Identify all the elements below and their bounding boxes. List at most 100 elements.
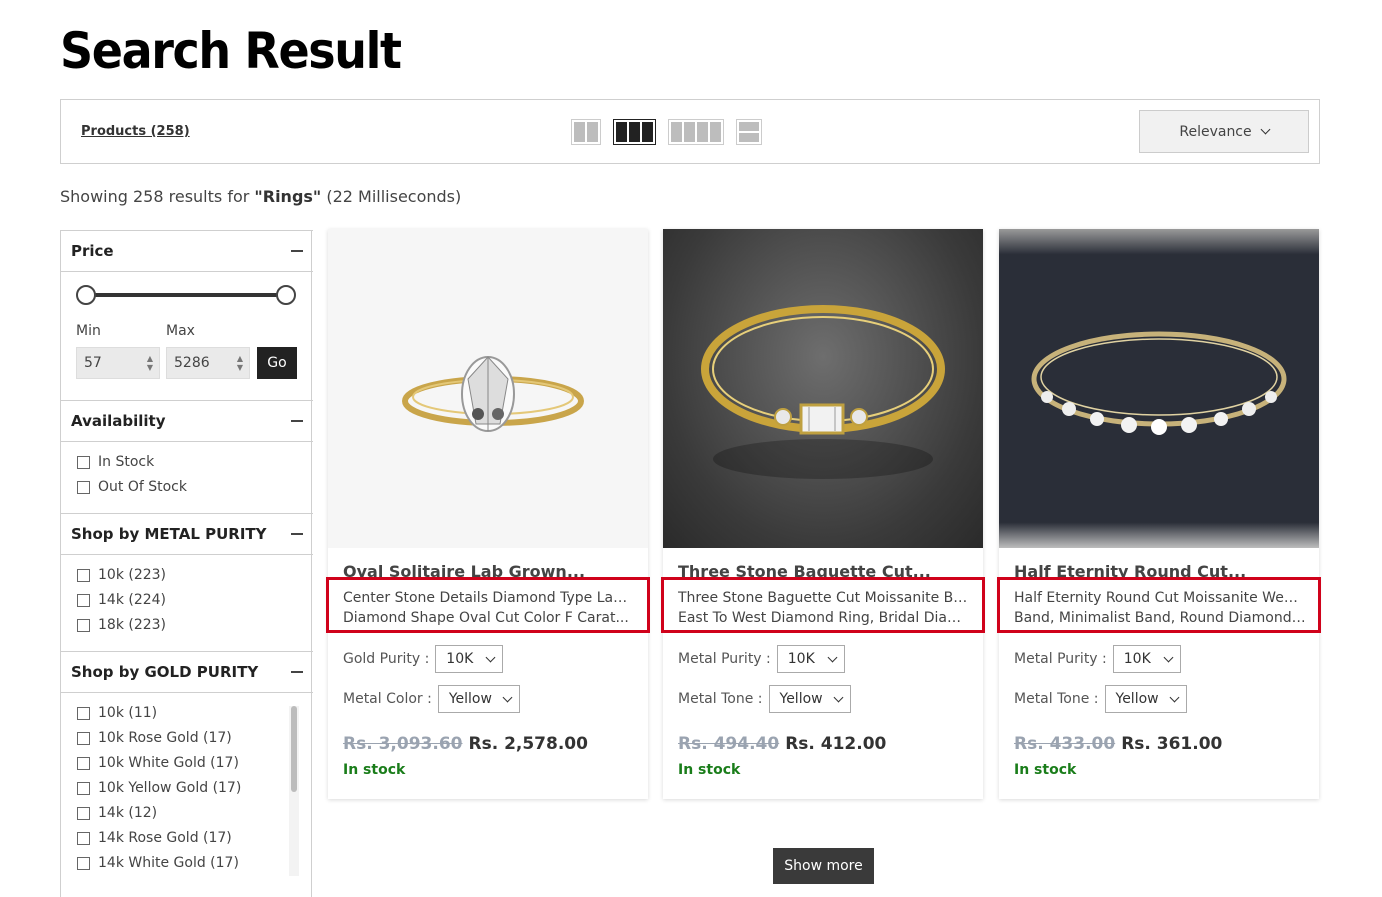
option-label: In Stock <box>98 454 155 470</box>
metal-purity-option[interactable]: 14k (224) <box>77 592 166 608</box>
gold-purity-option[interactable]: 10k Yellow Gold (17) <box>77 780 241 796</box>
checkbox[interactable] <box>77 706 90 720</box>
select-value: Yellow <box>779 691 823 707</box>
option-label: 14k (224) <box>98 592 167 608</box>
chevron-down-icon <box>833 692 843 702</box>
price-slider-min-handle[interactable] <box>76 285 96 305</box>
metal-tone-select[interactable]: Yellow <box>768 685 851 713</box>
chevron-down-icon <box>1163 652 1174 662</box>
option-label: 18k (223) <box>98 617 167 633</box>
price-slider-track[interactable] <box>86 293 286 297</box>
list-view-icon[interactable] <box>736 119 762 145</box>
page-title: Search Result <box>60 22 402 80</box>
description-line: East To West Diamond Ring, Bridal Diamon… <box>678 610 970 626</box>
product-image[interactable] <box>328 229 648 548</box>
option-label: 10k White Gold (17) <box>98 755 239 771</box>
option-row: Metal Purity : 10K <box>1014 645 1181 673</box>
option-label: 14k (12) <box>98 805 158 821</box>
checkbox[interactable] <box>77 756 90 770</box>
scroll-thumb[interactable] <box>291 706 297 792</box>
gold-purity-option[interactable]: 14k (12) <box>77 805 157 821</box>
option-label: Out Of Stock <box>98 479 187 495</box>
select-value: Yellow <box>448 691 492 707</box>
option-row: Metal Tone : Yellow <box>1014 685 1187 713</box>
availability-option[interactable]: Out Of Stock <box>77 479 187 495</box>
price-go-button[interactable]: Go <box>257 347 297 379</box>
stock-status: In stock <box>1014 762 1077 778</box>
max-label: Max <box>166 323 195 339</box>
description-line: Three Stone Baguette Cut Moissanite Band… <box>678 590 970 606</box>
checkbox[interactable] <box>77 781 90 795</box>
product-description: Half Eternity Round Cut Moissanite Weddi… <box>997 577 1321 633</box>
chevron-down-icon <box>827 652 838 662</box>
checkbox[interactable] <box>77 806 90 820</box>
option-row: Gold Purity : 10K <box>343 645 504 673</box>
product-image[interactable] <box>663 229 983 548</box>
product-image[interactable] <box>999 229 1319 548</box>
metal-purity-option[interactable]: 18k (223) <box>77 617 166 633</box>
gold-purity-option[interactable]: 10k Rose Gold (17) <box>77 730 232 746</box>
option-label: 10k Rose Gold (17) <box>98 730 232 746</box>
metal-purity-select[interactable]: 10K <box>776 645 845 673</box>
filter-gold-purity-header[interactable]: Shop by GOLD PURITY <box>61 651 313 693</box>
option-label: Metal Purity : <box>678 651 771 667</box>
chevron-down-icon <box>1260 124 1271 135</box>
filter-metal-purity-title: Shop by METAL PURITY <box>71 525 267 543</box>
option-row: Metal Tone : Yellow <box>678 685 851 713</box>
filter-availability-header[interactable]: Availability <box>61 400 313 442</box>
stock-status: In stock <box>678 762 741 778</box>
metal-color-select[interactable]: Yellow <box>437 685 520 713</box>
chevron-down-icon <box>1169 692 1179 702</box>
price-min-input[interactable]: 57 ▲ ▼ <box>76 347 160 379</box>
checkbox[interactable] <box>77 831 90 845</box>
price-row: Rs. 433.00 Rs. 361.00 <box>1014 734 1222 754</box>
results-summary: Showing 258 results for "Rings" (22 Mill… <box>60 187 461 206</box>
spinner-icon[interactable]: ▲ ▼ <box>147 354 153 372</box>
checkbox[interactable] <box>77 618 90 632</box>
results-query: "Rings" <box>254 187 322 206</box>
availability-option[interactable]: In Stock <box>77 454 154 470</box>
gold-purity-option[interactable]: 10k (11) <box>77 705 157 721</box>
option-label: 14k Rose Gold (17) <box>98 830 232 846</box>
option-label: Metal Tone : <box>678 691 763 707</box>
filter-price-header[interactable]: Price <box>61 230 313 272</box>
grid-3-icon[interactable] <box>613 119 656 145</box>
collapse-icon <box>291 533 303 535</box>
checkbox[interactable] <box>77 455 90 469</box>
grid-2-icon[interactable] <box>571 119 601 145</box>
gold-purity-option[interactable]: 14k Rose Gold (17) <box>77 830 232 846</box>
checkbox[interactable] <box>77 568 90 582</box>
product-card[interactable]: Three Stone Baguette Cut... Three Stone … <box>661 229 985 799</box>
price-min-value: 57 <box>84 355 102 371</box>
gold-purity-option[interactable]: 14k White Gold (17) <box>77 855 239 871</box>
sale-price: Rs. 361.00 <box>1121 734 1223 754</box>
option-label: Gold Purity : <box>343 651 430 667</box>
filter-price-title: Price <box>71 242 114 260</box>
metal-purity-option[interactable]: 10k (223) <box>77 567 166 583</box>
metal-tone-select[interactable]: Yellow <box>1104 685 1187 713</box>
option-label: 10k (223) <box>98 567 167 583</box>
option-label: 10k (11) <box>98 705 158 721</box>
gold-purity-select[interactable]: 10K <box>435 645 504 673</box>
price-max-input[interactable]: 5286 ▲ ▼ <box>166 347 250 379</box>
collapse-icon <box>291 250 303 252</box>
product-card[interactable]: Oval Solitaire Lab Grown... Center Stone… <box>326 229 650 799</box>
filter-metal-purity-header[interactable]: Shop by METAL PURITY <box>61 513 313 555</box>
chevron-down-icon <box>485 652 496 662</box>
spinner-icon[interactable]: ▲ ▼ <box>237 354 243 372</box>
filter-availability-title: Availability <box>71 412 166 430</box>
sort-dropdown[interactable]: Relevance <box>1139 110 1309 153</box>
checkbox[interactable] <box>77 731 90 745</box>
price-slider-max-handle[interactable] <box>276 285 296 305</box>
checkbox[interactable] <box>77 856 90 870</box>
grid-4-icon[interactable] <box>668 119 724 145</box>
products-count-tab[interactable]: Products (258) <box>81 124 190 139</box>
checkbox[interactable] <box>77 593 90 607</box>
gold-purity-scrollbar[interactable] <box>289 706 299 876</box>
product-card[interactable]: Half Eternity Round Cut... Half Eternity… <box>997 229 1321 799</box>
show-more-button[interactable]: Show more <box>773 848 874 884</box>
gold-purity-option[interactable]: 10k White Gold (17) <box>77 755 239 771</box>
old-price: Rs. 3,093.60 <box>343 734 463 754</box>
checkbox[interactable] <box>77 480 90 494</box>
metal-purity-select[interactable]: 10K <box>1112 645 1181 673</box>
